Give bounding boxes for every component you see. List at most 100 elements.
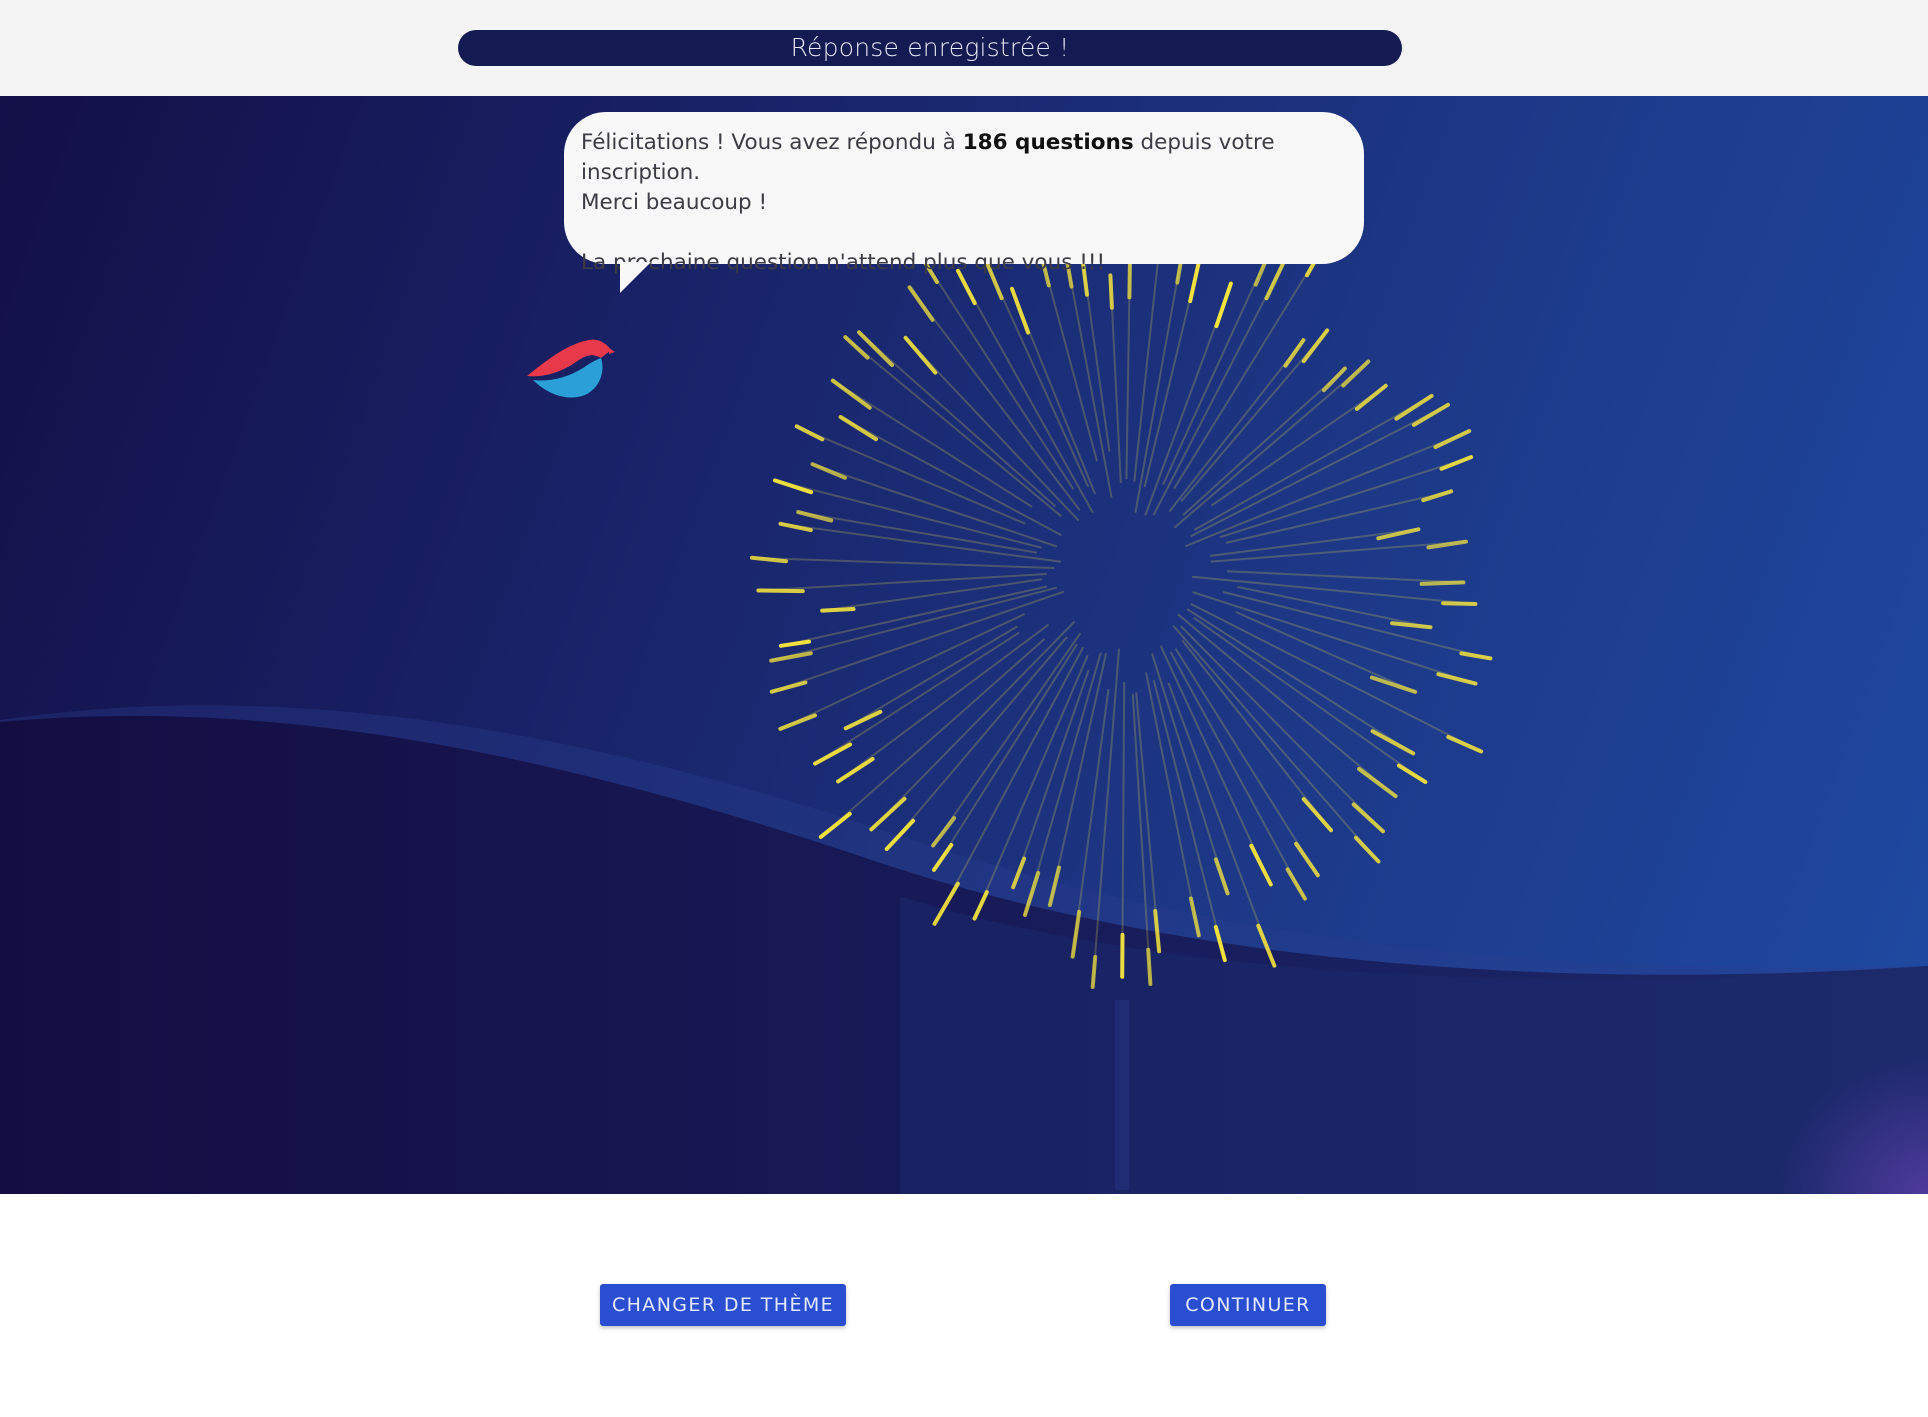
firework-ray — [1209, 528, 1419, 557]
firework-ray — [844, 336, 1062, 518]
firework-ray — [957, 270, 1094, 514]
firework-ray — [840, 416, 1062, 537]
firework-spark — [813, 742, 853, 766]
firework-spark — [1411, 402, 1450, 427]
firework-spark — [1023, 870, 1041, 917]
firework-spark — [1010, 286, 1031, 335]
firework-spark — [1351, 802, 1385, 834]
firework-spark — [1213, 925, 1227, 963]
firework-spark — [1090, 955, 1098, 989]
firework-spark — [1439, 455, 1474, 471]
firework-ray — [933, 643, 1078, 871]
firework-spark — [810, 462, 847, 480]
firework-ray — [812, 463, 1058, 548]
continue-button[interactable]: CONTINUER — [1170, 1284, 1326, 1326]
firework-spark — [818, 811, 852, 839]
firework-ray — [758, 573, 1047, 592]
firework-spark — [1419, 580, 1466, 586]
firework-spark — [1446, 735, 1484, 754]
firework-spark — [1301, 797, 1333, 833]
firework-spark — [769, 680, 808, 694]
firework-spark — [1070, 909, 1082, 959]
firework-spark — [884, 818, 916, 851]
firework-ray — [798, 511, 1038, 554]
firework-spark — [1301, 328, 1330, 364]
firework-ray — [973, 654, 1089, 919]
firework-spark — [1108, 273, 1114, 310]
firework-ray — [1151, 653, 1229, 894]
firework-ray — [1180, 625, 1384, 833]
bubble-line-1: Félicitations ! Vous avez répondu à 186 … — [581, 128, 1346, 188]
firework-spark — [1441, 601, 1478, 606]
firework-rays — [750, 217, 1493, 989]
firework-spark — [778, 713, 817, 731]
firework-spark — [1436, 672, 1478, 686]
firework-spark — [1433, 429, 1472, 450]
firework-spark — [1369, 675, 1418, 694]
firework-ray — [1121, 681, 1126, 977]
firework-spark — [1321, 366, 1347, 393]
firework-spark — [932, 843, 954, 872]
firework-spark — [972, 890, 989, 921]
bubble-text-before: Félicitations ! Vous avez répondu à — [581, 130, 963, 155]
bubble-line-3: La prochaine question n'attend plus que … — [581, 250, 1106, 275]
firework-ray — [779, 613, 1026, 730]
firework-spark — [1353, 835, 1381, 864]
firework-ray — [1173, 247, 1324, 490]
speech-bubble: Félicitations ! Vous avez répondu à 186 … — [564, 112, 1364, 275]
firework-spark — [1047, 865, 1061, 907]
firework-spark — [857, 330, 894, 367]
firework-ray — [780, 585, 1048, 647]
firework-ray — [832, 379, 1033, 508]
firework-ray — [1211, 384, 1387, 507]
firework-ray — [1236, 585, 1431, 629]
firework-spark — [1294, 841, 1320, 878]
firework-ray — [1181, 639, 1332, 831]
firework-spark — [836, 757, 875, 784]
firework-spark — [820, 607, 856, 613]
firework-ray — [1235, 611, 1416, 693]
firework-spark — [1214, 281, 1233, 329]
firework-ray — [1131, 694, 1152, 985]
question-count: 186 questions — [962, 130, 1134, 155]
firework-ray — [1173, 360, 1369, 529]
firework-spark — [1256, 923, 1277, 968]
firework-ray — [1152, 679, 1226, 961]
firework-spark — [1153, 909, 1162, 954]
firework-spark — [794, 424, 825, 442]
firework-spark — [1213, 857, 1230, 896]
firework-spark — [932, 881, 960, 926]
firework-ray — [1174, 647, 1319, 876]
firework-spark — [903, 335, 938, 375]
firework-ray — [796, 425, 1026, 525]
firework-spark — [778, 639, 811, 648]
firework-spark — [830, 378, 872, 410]
firework-spark — [1396, 763, 1428, 784]
firework-spark — [1146, 947, 1153, 986]
firework-spark — [1249, 843, 1273, 887]
firework-spark — [1341, 359, 1371, 388]
firework-spark — [772, 478, 814, 495]
firework-spark — [907, 285, 935, 322]
firework-spark — [1390, 621, 1433, 630]
firework-spark — [1285, 867, 1307, 901]
firework-ray — [1167, 682, 1276, 967]
firework-ray — [885, 636, 1068, 850]
firework-ray — [1193, 395, 1433, 531]
firework-ray — [1226, 570, 1464, 584]
bird-logo-icon — [527, 339, 615, 398]
firework-spark — [1354, 383, 1388, 411]
firework-spark — [1459, 651, 1493, 661]
change-theme-button[interactable]: CHANGER DE THÈME — [600, 1284, 846, 1326]
firework-spark — [838, 415, 878, 442]
firework-spark — [1011, 856, 1027, 890]
firework-ray — [1064, 252, 1113, 498]
firework-spark — [869, 796, 907, 832]
firework-ray — [1190, 403, 1449, 538]
firework-spark — [756, 588, 805, 594]
firework-ray — [1190, 603, 1482, 753]
firework-spark — [1357, 767, 1398, 799]
firework-spark — [1188, 896, 1201, 938]
firework-ray — [1192, 591, 1476, 685]
bottom-area — [0, 1194, 1928, 1417]
